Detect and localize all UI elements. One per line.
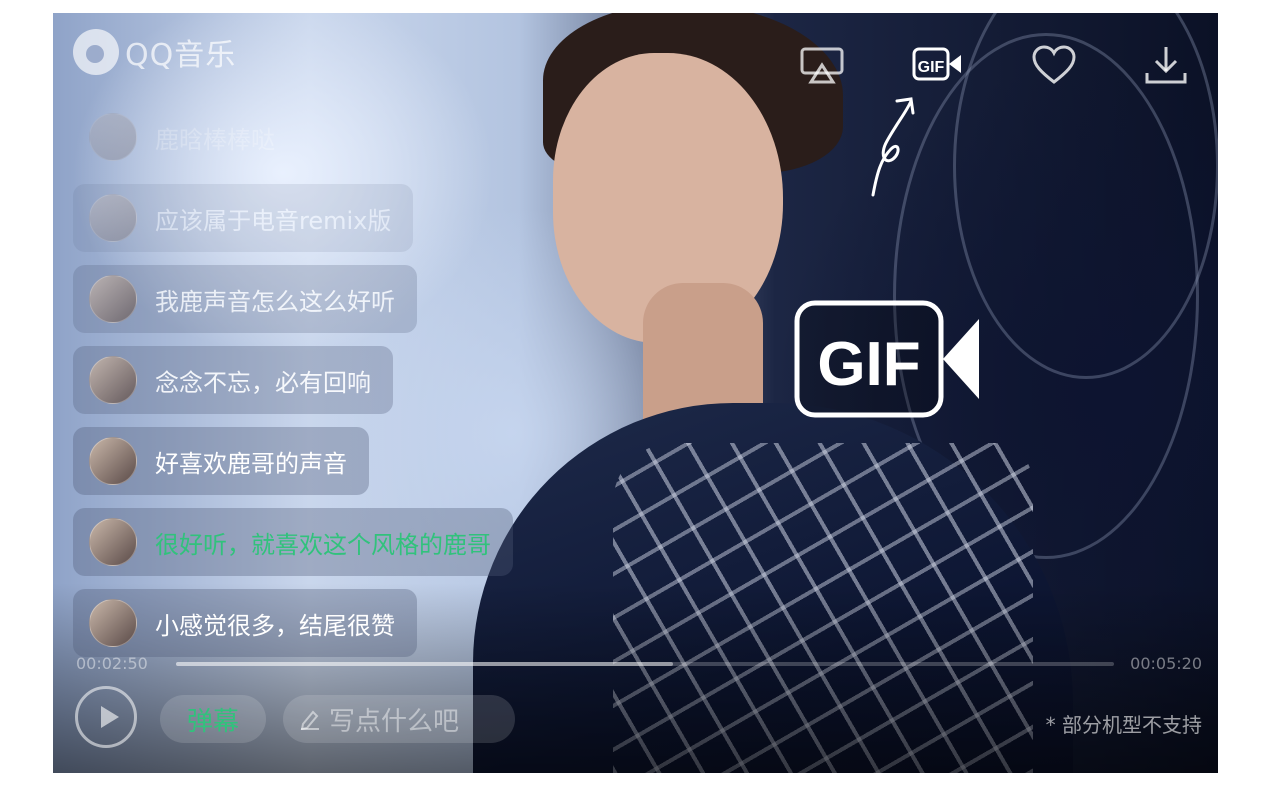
qq-music-logo-icon — [73, 29, 119, 75]
avatar — [89, 275, 137, 323]
danmu-item: 念念不忘，必有回响 — [73, 346, 393, 414]
avatar — [89, 599, 137, 647]
danmu-text: 很好听，就喜欢这个风格的鹿哥 — [155, 530, 491, 559]
video-player[interactable]: QQ音乐 GIF GIF 鹿晗棒棒哒 应该属于电音remix版 我鹿声音怎么这么… — [53, 13, 1218, 773]
danmu-item: 应该属于电音remix版 — [73, 184, 414, 252]
danmu-toggle-button[interactable]: 弹幕 — [160, 695, 266, 743]
progress-bar[interactable] — [176, 662, 1114, 666]
app-logo: QQ音乐 — [73, 29, 236, 75]
gif-callout-text: GIF — [817, 330, 920, 399]
danmu-text: 小感觉很多，结尾很赞 — [155, 611, 395, 640]
avatar — [89, 437, 137, 485]
danmu-item-highlighted: 很好听，就喜欢这个风格的鹿哥 — [73, 508, 513, 576]
danmu-text: 好喜欢鹿哥的声音 — [155, 449, 347, 478]
danmu-text: 应该属于电音remix版 — [155, 206, 392, 235]
danmu-input[interactable]: 写点什么吧 — [283, 695, 515, 743]
danmu-item: 我鹿声音怎么这么好听 — [73, 265, 417, 333]
avatar — [89, 518, 137, 566]
danmu-item: 小感觉很多，结尾很赞 — [73, 589, 417, 657]
svg-text:GIF: GIF — [918, 59, 945, 76]
danmu-item: 鹿晗棒棒哒 — [73, 103, 297, 171]
total-time: 00:05:20 — [1130, 654, 1202, 673]
avatar — [89, 194, 137, 242]
heart-icon[interactable] — [1031, 45, 1077, 85]
danmu-input-placeholder: 写点什么吧 — [329, 706, 460, 737]
app-logo-text: QQ音乐 — [125, 38, 237, 73]
airplay-icon[interactable] — [799, 45, 845, 85]
danmu-item: 好喜欢鹿哥的声音 — [73, 427, 369, 495]
pen-icon — [300, 710, 319, 730]
avatar — [89, 356, 137, 404]
danmu-text: 鹿晗棒棒哒 — [155, 125, 275, 154]
compatibility-note: * 部分机型不支持 — [1045, 713, 1202, 737]
progress-bar-fill — [176, 662, 674, 666]
avatar — [89, 113, 137, 161]
danmu-list: 鹿晗棒棒哒 应该属于电音remix版 我鹿声音怎么这么好听 念念不忘，必有回响 … — [73, 103, 533, 670]
danmu-text: 我鹿声音怎么这么好听 — [155, 287, 395, 316]
download-icon[interactable] — [1143, 45, 1189, 85]
annotation-arrow-icon — [871, 97, 915, 197]
current-time: 00:02:50 — [76, 654, 148, 673]
danmu-text: 念念不忘，必有回响 — [155, 368, 371, 397]
play-button[interactable] — [75, 686, 137, 748]
gif-callout-icon: GIF — [794, 300, 979, 418]
gif-camera-icon[interactable]: GIF — [911, 45, 963, 85]
